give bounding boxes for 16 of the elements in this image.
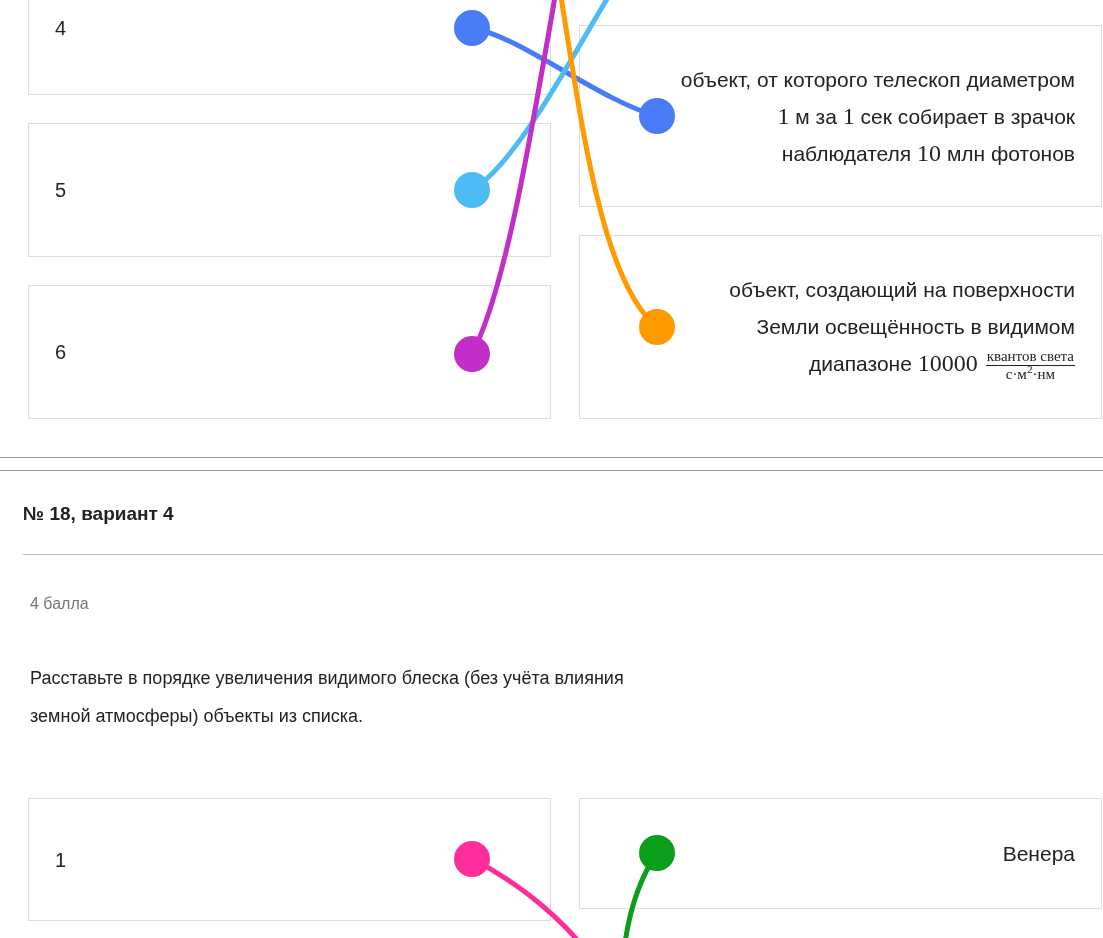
connector-handle[interactable] [454, 841, 490, 877]
answer-text: Венера [1002, 841, 1075, 867]
points-label: 4 балла [29, 594, 90, 614]
question-text: Расставьте в порядке увеличения видимого блеска (без учёта влияния земной атмосферы) объекты из списка. [29, 667, 625, 728]
answer-text: объект, от которого телескоп диаметром 1 м за 1 сек собирает в зрачок наблюдателя 10 млн фотонов [679, 66, 1075, 168]
connector-handle[interactable] [454, 336, 490, 372]
connector-handle[interactable] [454, 10, 490, 46]
connector-handle[interactable] [639, 309, 675, 345]
item-number: 4 [55, 16, 67, 41]
connector-handle[interactable] [454, 172, 490, 208]
item-number: 1 [55, 847, 67, 873]
item-number: 6 [55, 340, 67, 365]
item-number: 5 [55, 178, 67, 203]
question-title: № 18, вариант 4 [22, 502, 175, 526]
connector-handle[interactable] [639, 98, 675, 134]
connector-handle[interactable] [639, 835, 675, 871]
